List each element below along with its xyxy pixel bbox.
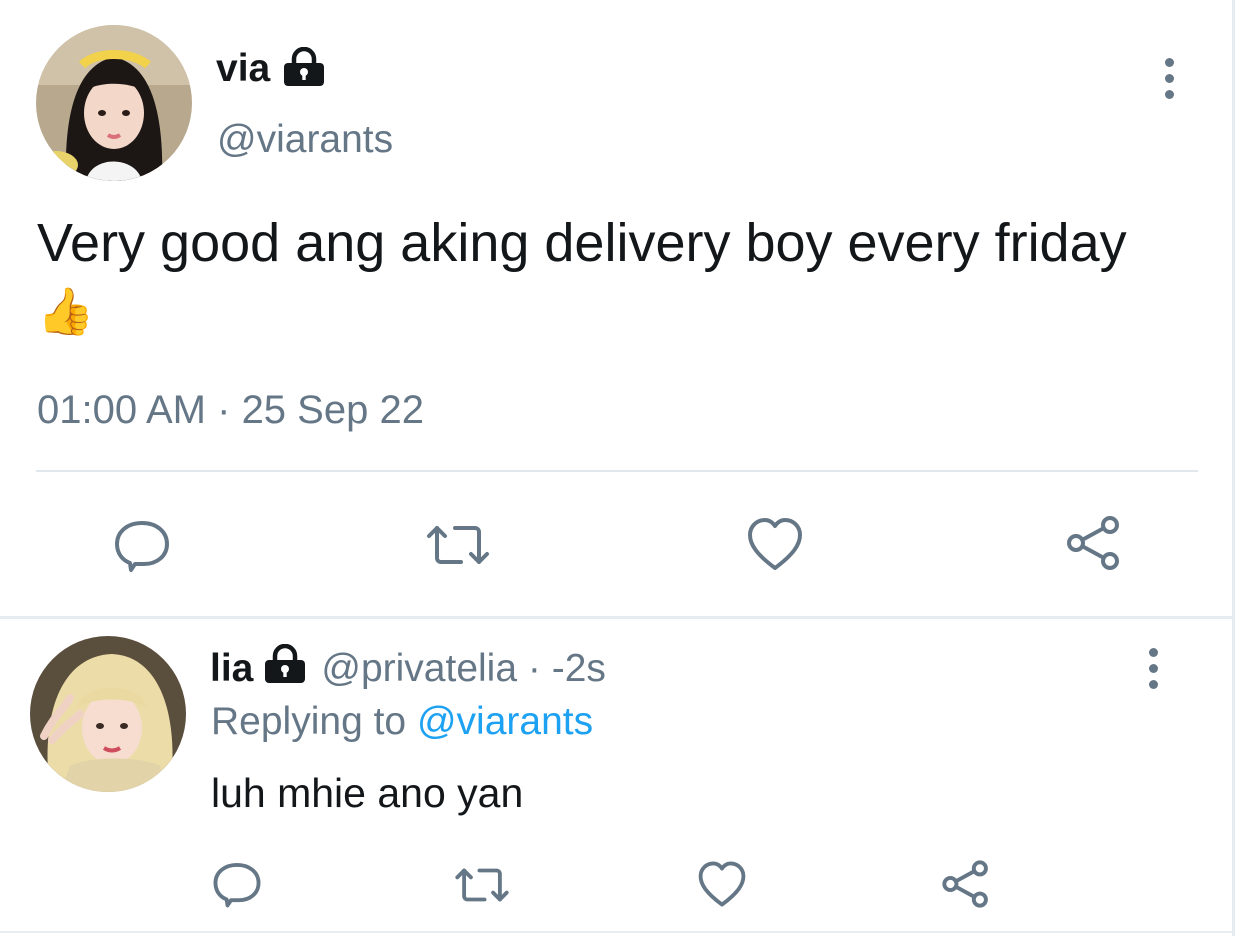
reply-avatar[interactable] (30, 636, 186, 792)
retweet-icon (427, 526, 489, 564)
replying-to: Replying to @viarants (211, 700, 593, 744)
author-name-row: via (216, 46, 326, 92)
tweet-text: Very good ang aking delivery boy every f… (37, 210, 1157, 344)
reply-author-name[interactable]: lia (210, 647, 253, 691)
share-icon (1067, 516, 1119, 570)
reply-icon (213, 862, 261, 908)
reply-author-handle[interactable]: @privatelia (321, 647, 517, 691)
replying-to-label: Replying to (211, 700, 417, 743)
tweet-date: 25 Sep 22 (241, 388, 424, 432)
reply-meta-separator: · (517, 647, 552, 690)
tweet-time: 01:00 AM (37, 388, 207, 432)
author-handle[interactable]: @viarants (217, 118, 393, 162)
like-button[interactable] (746, 516, 804, 572)
reply-retweet-button[interactable] (452, 862, 512, 908)
reply-share-button[interactable] (940, 858, 992, 910)
reply-like-button[interactable] (697, 860, 747, 908)
heart-icon (698, 861, 746, 907)
more-vertical-icon[interactable] (1165, 58, 1174, 106)
lock-icon (263, 643, 307, 694)
thumbs-up-emoji: 👍 (37, 285, 95, 337)
more-vertical-icon[interactable] (1149, 648, 1158, 696)
reply-icon (115, 521, 169, 572)
reply-reply-button[interactable] (212, 858, 262, 908)
reply-age: -2s (551, 647, 606, 690)
tweet-timestamp: 01:00 AM · 25 Sep 22 (37, 388, 424, 433)
author-name[interactable]: via (216, 47, 270, 91)
reply-header: lia @privatelia · -2s (210, 643, 606, 694)
avatar[interactable] (36, 25, 192, 181)
tweet-body: Very good ang aking delivery boy every f… (37, 213, 1127, 273)
replying-to-handle[interactable]: @viarants (417, 700, 593, 743)
section-divider (0, 616, 1235, 619)
timestamp-separator: · (206, 388, 242, 432)
heart-icon (748, 518, 802, 570)
retweet-button[interactable] (423, 518, 493, 572)
share-icon (942, 860, 988, 908)
bottom-divider (0, 931, 1235, 933)
share-button[interactable] (1064, 513, 1124, 573)
reply-button[interactable] (113, 515, 171, 573)
lock-icon (282, 46, 326, 92)
reply-text: luh mhie ano yan (211, 770, 524, 816)
divider (36, 470, 1198, 472)
retweet-icon (455, 868, 509, 902)
